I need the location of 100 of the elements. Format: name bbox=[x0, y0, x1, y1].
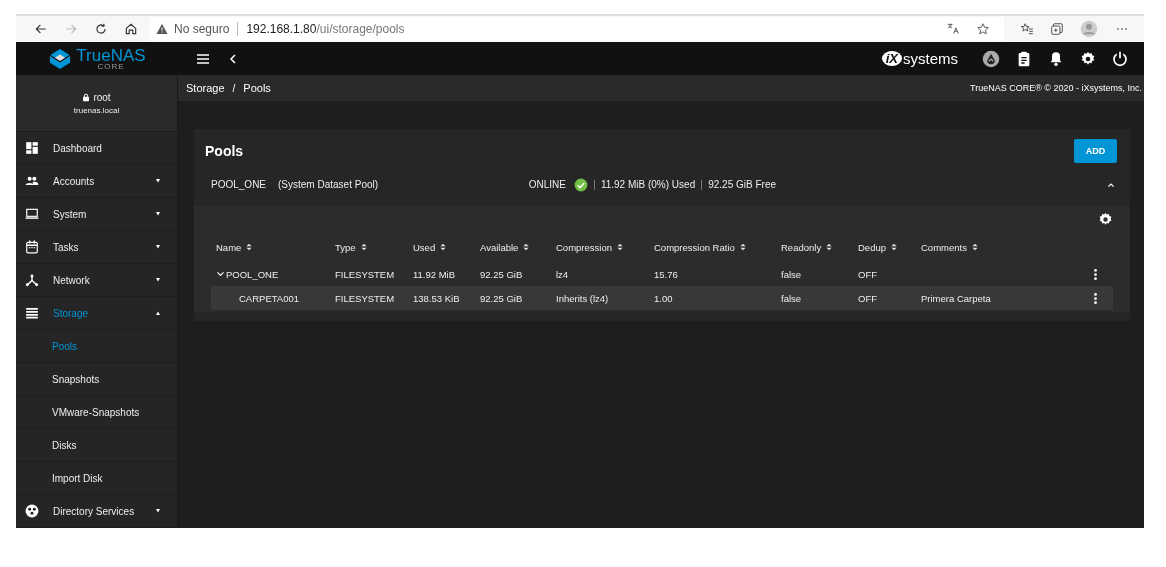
column-header[interactable]: Dedup bbox=[858, 241, 921, 253]
table-cell: lz4 bbox=[556, 268, 569, 280]
column-header[interactable]: Used bbox=[413, 241, 480, 253]
more-vertical-icon[interactable] bbox=[1094, 292, 1097, 304]
network-icon bbox=[25, 273, 39, 287]
nav-subitem[interactable]: Import Disk bbox=[16, 462, 177, 495]
table-cell: 138.53 KiB bbox=[413, 292, 460, 304]
table-cell: 92.25 GiB bbox=[480, 268, 523, 280]
home-icon[interactable] bbox=[124, 22, 138, 36]
settings-icon[interactable] bbox=[1080, 50, 1096, 67]
translate-icon[interactable] bbox=[946, 22, 960, 36]
column-header[interactable]: Type bbox=[335, 241, 413, 253]
power-icon[interactable] bbox=[1112, 50, 1128, 67]
table-cell: FILESYSTEM bbox=[335, 268, 395, 280]
favorites-icon[interactable] bbox=[1020, 22, 1034, 36]
column-header[interactable]: Compression Ratio bbox=[654, 241, 781, 253]
back-icon[interactable] bbox=[34, 22, 48, 36]
table-cell: 1.00 bbox=[654, 292, 673, 304]
pool-usage: 11.92 MiB (0%) Used bbox=[600, 179, 696, 190]
edition-label: CORE bbox=[97, 62, 125, 71]
table-cell: false bbox=[781, 292, 802, 304]
address-field[interactable]: No seguro 192.168.1.80/ui/storage/pools bbox=[150, 17, 1004, 41]
table-cell: 11.92 MiB bbox=[413, 268, 456, 280]
column-header[interactable]: Compression bbox=[556, 241, 654, 253]
vendor-mark: iX bbox=[881, 51, 902, 66]
column-header[interactable]: Readonly bbox=[781, 241, 858, 253]
pool-free: 92.25 GiB Free bbox=[708, 179, 776, 190]
breadcrumb-separator: / bbox=[232, 82, 236, 94]
collections-icon[interactable] bbox=[1050, 22, 1064, 36]
url-text: 192.168.1.80/ui/storage/pools bbox=[246, 22, 405, 36]
warning-icon bbox=[156, 23, 168, 35]
security-label: No seguro bbox=[174, 22, 230, 36]
pool-note: (System Dataset Pool) bbox=[278, 179, 379, 190]
column-header[interactable]: Comments bbox=[921, 241, 1087, 253]
table-cell: Primera Carpeta bbox=[921, 292, 991, 304]
table-cell: 92.25 GiB bbox=[480, 292, 523, 304]
calendar-icon bbox=[25, 240, 39, 254]
star-icon[interactable] bbox=[976, 22, 990, 36]
sort-icon bbox=[359, 242, 368, 252]
column-header[interactable]: Name bbox=[211, 241, 335, 253]
lock-icon bbox=[82, 92, 91, 102]
host-name: truenas.local bbox=[73, 105, 120, 115]
nav-subitem[interactable]: Snapshots bbox=[16, 363, 177, 396]
table-cell: POOL_ONE bbox=[226, 268, 279, 280]
laptop-icon bbox=[25, 207, 39, 221]
nav-subitem[interactable]: Pools bbox=[16, 330, 177, 363]
chevron-left-icon[interactable] bbox=[227, 51, 239, 66]
circles-icon bbox=[25, 504, 39, 518]
nav-subitem[interactable]: Disks bbox=[16, 429, 177, 462]
clipboard-icon[interactable] bbox=[1016, 49, 1032, 68]
sort-icon bbox=[890, 242, 898, 252]
copyright-text: TrueNAS CORE® © 2020 - iXsystems, Inc. bbox=[970, 83, 1142, 93]
breadcrumb-link[interactable]: Pools bbox=[243, 82, 271, 94]
avatar-icon[interactable] bbox=[1080, 20, 1098, 38]
caret-down-icon bbox=[153, 178, 163, 184]
vendor-name: systems bbox=[903, 50, 958, 67]
chevron-down-icon[interactable] bbox=[216, 270, 225, 278]
table-cell: 15.76 bbox=[654, 268, 678, 280]
sort-icon bbox=[522, 242, 531, 252]
nav-item[interactable]: Directory Services bbox=[16, 495, 177, 528]
nav-item[interactable]: Dashboard bbox=[16, 132, 177, 165]
pool-status: ONLINE bbox=[528, 179, 566, 190]
people-icon bbox=[25, 174, 39, 188]
table-cell: OFF bbox=[858, 268, 877, 280]
table-row[interactable]: POOL_ONE FILESYSTEM 11.92 MiB 92.25 GiB lz4 15.76 false OFF bbox=[211, 262, 1113, 286]
table-cell: FILESYSTEM bbox=[335, 292, 395, 304]
table-cell: false bbox=[781, 268, 802, 280]
breadcrumb-link[interactable]: Storage bbox=[186, 82, 225, 94]
table-row[interactable]: CARPETA001 FILESYSTEM 138.53 KiB 92.25 GiB Inherits (lz4) 1.00 false OFF Primera Carpeta bbox=[211, 286, 1113, 310]
card-title: Pools bbox=[205, 143, 244, 159]
sort-icon bbox=[245, 242, 254, 252]
caret-down-icon bbox=[153, 277, 163, 283]
dashboard-icon bbox=[25, 141, 39, 155]
sort-icon bbox=[825, 242, 834, 252]
nav-subitem[interactable]: VMware-Snapshots bbox=[16, 396, 177, 429]
sort-icon bbox=[738, 242, 747, 252]
column-header[interactable]: Available bbox=[480, 241, 556, 253]
settings-icon[interactable] bbox=[1098, 212, 1113, 227]
caret-up-icon bbox=[153, 310, 163, 316]
nav-item[interactable]: Storage bbox=[16, 297, 177, 330]
sort-icon bbox=[439, 242, 448, 252]
more-vertical-icon[interactable] bbox=[1094, 268, 1097, 280]
caret-down-icon bbox=[153, 244, 163, 250]
caret-down-icon bbox=[153, 508, 163, 514]
list-icon bbox=[25, 306, 39, 320]
nav-item[interactable]: Tasks bbox=[16, 231, 177, 264]
pool-name: POOL_ONE bbox=[211, 179, 267, 190]
nav-item[interactable]: System bbox=[16, 198, 177, 231]
sort-icon bbox=[615, 242, 624, 252]
table-cell: CARPETA001 bbox=[239, 292, 299, 304]
caret-down-icon bbox=[153, 211, 163, 217]
nav-item[interactable]: Network bbox=[16, 264, 177, 297]
nav-item[interactable]: Accounts bbox=[16, 165, 177, 198]
product-name: TrueNAS bbox=[76, 46, 146, 64]
user-name: root bbox=[93, 91, 111, 103]
sort-icon bbox=[970, 242, 979, 252]
bell-icon[interactable] bbox=[1048, 50, 1064, 67]
drop-circle-icon[interactable] bbox=[982, 49, 1000, 68]
table-cell: OFF bbox=[858, 292, 877, 304]
reload-icon[interactable] bbox=[94, 22, 108, 36]
